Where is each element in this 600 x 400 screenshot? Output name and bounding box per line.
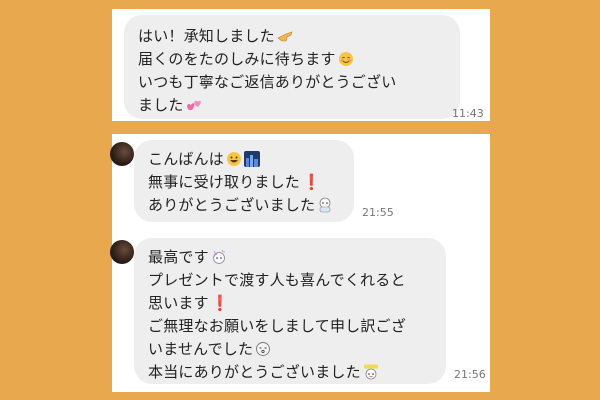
message-timestamp: 21:55	[362, 206, 394, 219]
avatar	[110, 240, 134, 264]
red-exclamation-icon: ❗	[210, 294, 230, 312]
grinning-face-icon	[227, 152, 242, 166]
message-bubble: こんばんは 無事に受け取りました ❗ ありがとうございました	[134, 140, 354, 222]
sorry-face-icon	[256, 342, 271, 356]
red-exclamation-icon: ❗	[302, 173, 321, 191]
message-line: 届くのをたのしみに待ちます	[138, 50, 336, 68]
message-timestamp: 21:56	[454, 368, 486, 381]
pointing-hand-icon	[277, 31, 293, 42]
pink-hearts-icon	[186, 100, 201, 110]
sparkle-sticker-icon	[212, 249, 225, 264]
message-line: いつも丁寧なご返信ありがとうござい	[138, 73, 397, 91]
bow-sticker-icon	[319, 197, 331, 213]
chat-screenshot-top: はい！承知しました 届くのをたのしみに待ちます いつも丁寧なご返信ありがとうござ…	[112, 9, 490, 121]
message-line: ご無理なお願いをしまして申し訳ござ	[148, 317, 406, 335]
message-line: 思います	[148, 294, 209, 312]
night-city-icon	[244, 151, 261, 167]
message-bubble: 最高です プレゼントで渡す人も喜んでくれると 思います ❗ ご無理なお願いをしまし…	[134, 238, 446, 384]
message-timestamp: 11:43	[452, 107, 484, 120]
chat-screenshot-bottom: こんばんは 無事に受け取りました ❗ ありがとうございました 21:55 最高です…	[110, 134, 490, 392]
message-line: いませんでした	[148, 340, 254, 358]
avatar	[110, 142, 134, 166]
message-line: ました	[138, 96, 184, 114]
message-line: ありがとうございました	[148, 196, 316, 214]
message-bubble: はい！承知しました 届くのをたのしみに待ちます いつも丁寧なご返信ありがとうござ…	[124, 15, 460, 119]
message-line: こんばんは	[148, 150, 225, 168]
message-line: 最高です	[148, 248, 209, 266]
message-line: 本当にありがとうございました	[148, 363, 361, 381]
message-line: はい！承知しました	[138, 27, 275, 45]
message-line: プレゼントで渡す人も喜んでくれると	[148, 271, 406, 289]
message-line: 無事に受け取りました	[148, 173, 301, 191]
smiling-face-icon	[338, 52, 353, 66]
thanks-sticker-icon	[363, 364, 378, 380]
